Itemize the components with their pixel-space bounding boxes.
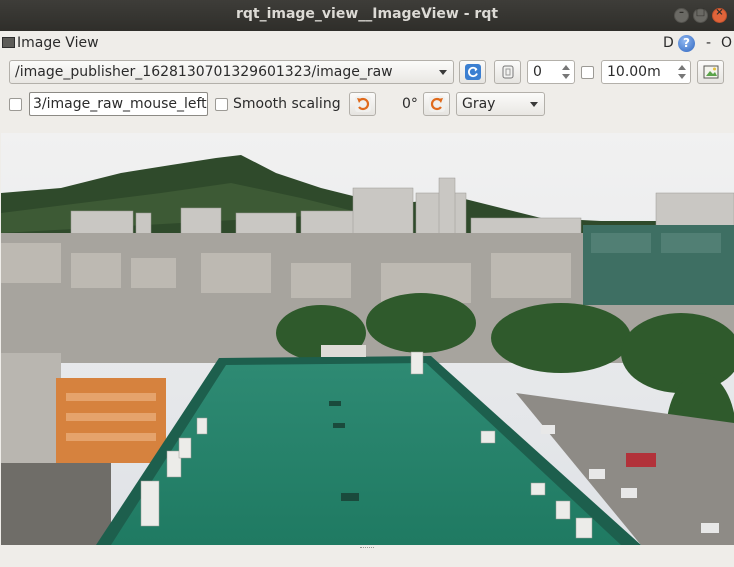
- image-display[interactable]: [1, 133, 734, 545]
- spin-down-icon[interactable]: [562, 74, 570, 79]
- spin-value: 0: [533, 64, 542, 80]
- minimize-button[interactable]: –: [674, 7, 689, 23]
- smooth-scaling-label: Smooth scaling: [233, 96, 341, 112]
- zoom-spinbox[interactable]: 0: [527, 60, 575, 84]
- chevron-down-icon: [530, 102, 538, 107]
- maximize-button[interactable]: □: [693, 7, 708, 23]
- timeout-spinbox[interactable]: 10.00m: [601, 60, 691, 84]
- timeout-down-icon[interactable]: [678, 74, 686, 79]
- color-scheme-select[interactable]: Gray: [456, 92, 545, 116]
- fit-zoom-button[interactable]: [494, 60, 521, 84]
- plugin-title: Image View: [17, 35, 99, 51]
- rotate-right-icon: [429, 96, 445, 112]
- close-button[interactable]: ×: [712, 7, 727, 23]
- rotation-label: 0°: [402, 96, 418, 112]
- timeout-checkbox[interactable]: [581, 66, 594, 79]
- topic-select[interactable]: /image_publisher_1628130701329601323/ima…: [9, 60, 454, 84]
- timeout-up-icon[interactable]: [678, 65, 686, 70]
- timeout-value: 10.00m: [607, 64, 661, 80]
- camera-image: [1, 133, 734, 545]
- refresh-icon: [465, 64, 481, 80]
- mouse-publish-checkbox[interactable]: [9, 98, 22, 111]
- fit-zoom-icon: [502, 65, 514, 79]
- status-bar: [0, 545, 734, 567]
- dock-d-button[interactable]: D: [663, 35, 674, 51]
- mouse-topic-field[interactable]: 3/image_raw_mouse_left: [29, 92, 208, 116]
- color-scheme-value: Gray: [462, 96, 496, 112]
- chevron-down-icon: [439, 70, 447, 75]
- rotate-right-button[interactable]: [423, 92, 450, 116]
- smooth-scaling-checkbox[interactable]: [215, 98, 228, 111]
- rotate-left-icon: [355, 96, 371, 112]
- mouse-topic-value: 3/image_raw_mouse_left: [33, 96, 207, 112]
- title-bar: rqt_image_view__ImageView - rqt – □ ×: [0, 0, 734, 31]
- spin-up-icon[interactable]: [562, 65, 570, 70]
- plugin-icon: [2, 37, 15, 48]
- save-image-icon: [703, 65, 719, 79]
- minimize-plugin-button[interactable]: -: [706, 35, 711, 51]
- plugin-header: Image View D ? - O: [0, 33, 734, 55]
- save-image-button[interactable]: [697, 60, 724, 84]
- rotate-left-button[interactable]: [349, 92, 376, 116]
- refresh-button[interactable]: [459, 60, 486, 84]
- close-plugin-button[interactable]: O: [721, 35, 732, 51]
- topic-value: /image_publisher_1628130701329601323/ima…: [15, 64, 393, 80]
- window-title: rqt_image_view__ImageView - rqt: [235, 6, 499, 22]
- help-icon[interactable]: ?: [678, 35, 695, 52]
- resize-grip-icon[interactable]: [360, 547, 374, 550]
